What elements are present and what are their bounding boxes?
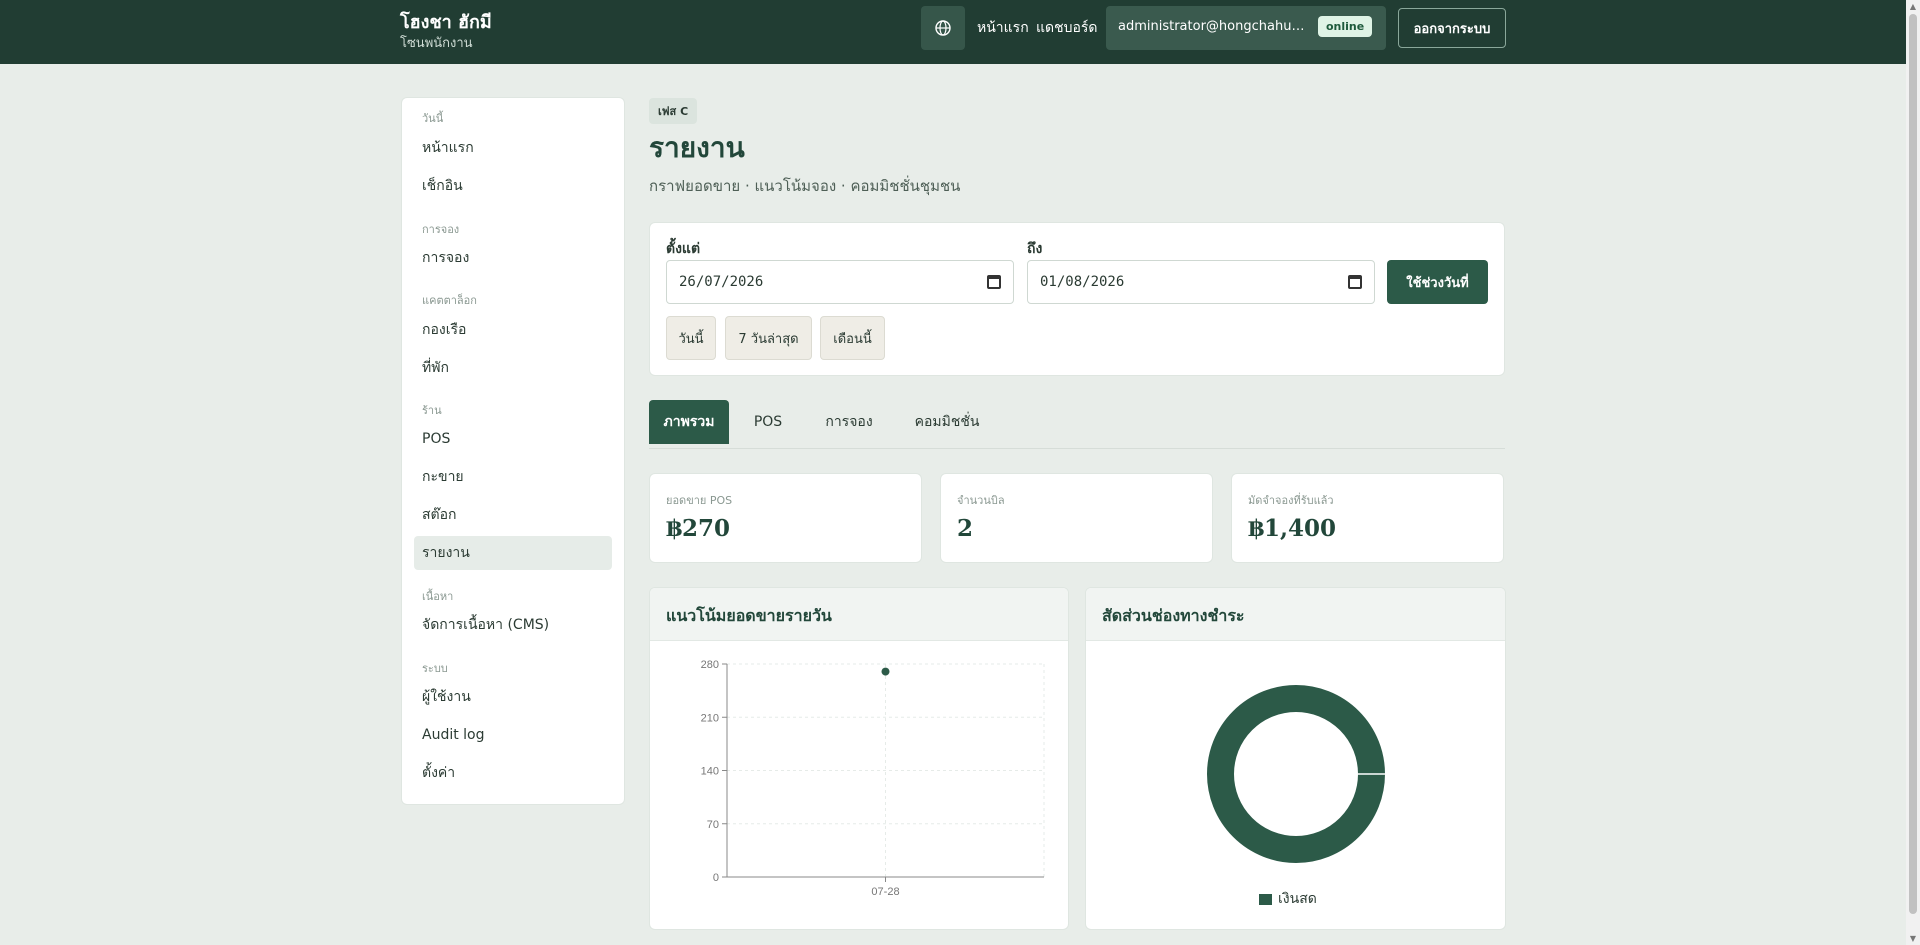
- page-subtitle: กราฟยอดขาย · แนวโน้มจอง · คอมมิชชั่นชุมช…: [649, 177, 961, 195]
- from-date-value: 26/07/2026: [679, 274, 764, 290]
- tab-commission[interactable]: คอมมิชชั่น: [897, 400, 997, 444]
- stat-label: ยอดขาย POS: [666, 494, 733, 507]
- y-tick-label: 280: [701, 659, 719, 671]
- stat-card-pos-sales: ยอดขาย POS ฿270: [649, 473, 922, 563]
- sidebar-item-home[interactable]: หน้าแรก: [414, 131, 612, 165]
- logout-button[interactable]: ออกจากระบบ: [1398, 8, 1506, 48]
- from-date-label: ตั้งแต่: [666, 241, 701, 257]
- payment-share-panel: สัดส่วนช่องทางชำระ เงินสด: [1085, 587, 1506, 930]
- sidebar-item-reports[interactable]: รายงาน: [414, 536, 612, 570]
- tab-booking[interactable]: การจอง: [809, 400, 889, 444]
- phase-badge: เฟส C: [649, 98, 698, 124]
- stat-card-deposits: มัดจำจองที่รับแล้ว ฿1,400: [1231, 473, 1504, 563]
- calendar-icon[interactable]: [1348, 275, 1362, 289]
- calendar-icon[interactable]: [987, 275, 1001, 289]
- panel-title: สัดส่วนช่องทางชำระ: [1102, 606, 1245, 625]
- globe-icon: [935, 20, 951, 36]
- page-title: รายงาน: [649, 131, 745, 164]
- scroll-thumb[interactable]: [1909, 14, 1917, 914]
- y-tick-label: 210: [701, 712, 719, 724]
- sidebar-group-shop: ร้าน: [422, 404, 442, 417]
- to-date-value: 01/08/2026: [1040, 274, 1125, 290]
- scroll-down-arrow-icon[interactable]: ▼: [1908, 934, 1918, 943]
- stat-value: ฿270: [666, 515, 731, 542]
- stat-label: มัดจำจองที่รับแล้ว: [1248, 494, 1334, 507]
- status-badge: online: [1318, 16, 1373, 37]
- top-bar: โฮงชา ฮักมี โซนพนักงาน หน้าแรก แดชบอร์ด …: [0, 0, 1906, 64]
- stat-value: 2: [957, 515, 974, 542]
- tab-pos[interactable]: POS: [733, 400, 803, 444]
- report-tabs: ภาพรวม POS การจอง คอมมิชชั่น: [649, 400, 1505, 449]
- stat-label: จำนวนบิล: [957, 494, 1005, 507]
- chart-legend: เงินสด: [1259, 888, 1317, 910]
- sidebar-group-catalog: แคตตาล็อก: [422, 294, 477, 307]
- sidebar: วันนี้ หน้าแรก เช็กอิน การจอง การจอง แคต…: [401, 97, 625, 805]
- sidebar-item-stock[interactable]: สต๊อก: [414, 498, 612, 532]
- apply-date-range-button[interactable]: ใช้ช่วงวันที่: [1387, 260, 1488, 304]
- scroll-up-arrow-icon[interactable]: ▲: [1908, 2, 1918, 11]
- sidebar-item-users[interactable]: ผู้ใช้งาน: [414, 680, 612, 714]
- panel-header: สัดส่วนช่องทางชำระ: [1086, 588, 1505, 641]
- payment-share-donut: [1207, 685, 1385, 863]
- to-date-label: ถึง: [1027, 241, 1043, 257]
- nav-link-home[interactable]: หน้าแรก: [977, 17, 1029, 39]
- sidebar-group-system: ระบบ: [422, 662, 448, 675]
- nav-link-dashboard[interactable]: แดชบอร์ด: [1036, 17, 1098, 39]
- sidebar-item-booking[interactable]: การจอง: [414, 241, 612, 275]
- sidebar-group-today: วันนี้: [422, 112, 444, 125]
- panel-header: แนวโน้มยอดขายรายวัน: [650, 588, 1068, 641]
- sales-trend-chart: 0 70 140 210 280 07-28: [701, 659, 1045, 898]
- sidebar-item-checkin[interactable]: เช็กอิน: [414, 169, 612, 203]
- language-button[interactable]: [921, 6, 965, 50]
- quick-last-7-days-button[interactable]: 7 วันล่าสุด: [725, 316, 812, 360]
- from-date-input[interactable]: 26/07/2026: [666, 260, 1014, 304]
- sales-trend-panel: แนวโน้มยอดขายรายวัน 0 70 140 210 280 07-28: [649, 587, 1069, 930]
- data-point: [881, 667, 890, 676]
- y-tick-label: 0: [713, 872, 719, 884]
- tab-overview[interactable]: ภาพรวม: [649, 400, 729, 444]
- user-email: administrator@hongchahug...: [1118, 19, 1308, 34]
- donut-slice: [1207, 685, 1385, 863]
- y-tick-label: 70: [707, 819, 719, 831]
- legend-label: เงินสด: [1278, 891, 1317, 907]
- sidebar-item-cms[interactable]: จัดการเนื้อหา (CMS): [414, 608, 612, 642]
- legend-swatch: [1259, 893, 1272, 905]
- sidebar-item-shifts[interactable]: กะขาย: [414, 460, 612, 494]
- sidebar-item-settings[interactable]: ตั้งค่า: [414, 756, 612, 790]
- x-tick-label: 07-28: [871, 886, 899, 898]
- page-scrollbar[interactable]: ▲ ▼: [1906, 0, 1920, 945]
- sidebar-group-booking: การจอง: [422, 223, 460, 236]
- to-date-input[interactable]: 01/08/2026: [1027, 260, 1375, 304]
- y-tick-label: 140: [701, 766, 719, 778]
- brand-subtitle: โซนพนักงาน: [400, 36, 473, 51]
- user-chip: administrator@hongchahug... online: [1106, 6, 1386, 50]
- panel-title: แนวโน้มยอดขายรายวัน: [666, 606, 832, 625]
- stat-card-bill-count: จำนวนบิล 2: [940, 473, 1213, 563]
- sidebar-group-content: เนื้อหา: [422, 590, 454, 603]
- stat-value: ฿1,400: [1248, 515, 1337, 542]
- sidebar-item-lodging[interactable]: ที่พัก: [414, 351, 612, 385]
- quick-today-button[interactable]: วันนี้: [666, 316, 716, 360]
- sidebar-item-audit-log[interactable]: Audit log: [414, 718, 612, 752]
- quick-this-month-button[interactable]: เดือนนี้: [820, 316, 885, 360]
- sidebar-item-pos[interactable]: POS: [414, 422, 612, 456]
- date-filter-card: ตั้งแต่ 26/07/2026 ถึง 01/08/2026 ใช้ช่ว…: [649, 222, 1505, 376]
- sidebar-item-fleet[interactable]: กองเรือ: [414, 313, 612, 347]
